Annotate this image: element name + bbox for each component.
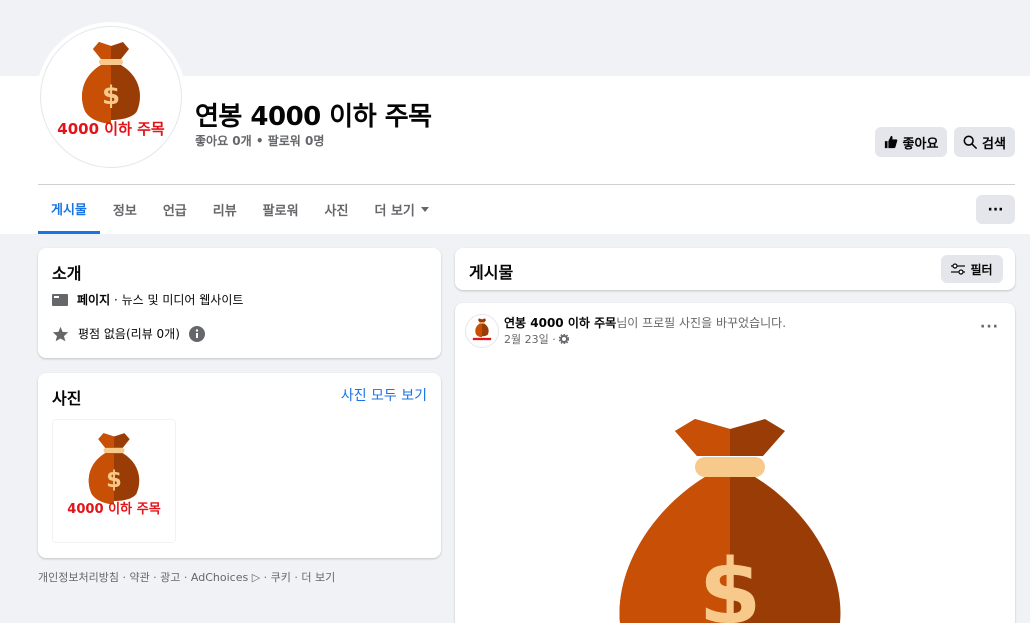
more-options-button[interactable]: ··· [976,195,1015,224]
filter-sliders-icon [951,263,966,275]
search-button[interactable]: 검색 [954,127,1015,157]
post-author-name[interactable]: 연봉 4000 이하 주목 [504,316,616,330]
tab-more[interactable]: 더 보기 [361,186,442,232]
money-bag-logo: $ 4000 이하 주목 [53,420,175,542]
footer-links[interactable]: 개인정보처리방침 · 약관 · 광고 · AdChoices ▷ · 쿠키 · … [38,569,335,585]
tab-photos[interactable]: 사진 [312,186,362,232]
tab-label: 리뷰 [212,203,237,219]
page-title: 연봉 4000 이하 주목 [195,102,432,132]
tab-label: 게시물 [51,203,87,218]
like-button-label: 좋아요 [902,136,939,152]
gear-icon [558,334,569,344]
dollar-icon: $ [102,81,120,111]
post-action-text: 님이 프로필 사진을 바꾸었습니다. [616,316,787,330]
tab-label: 사진 [324,203,349,219]
info-icon[interactable] [188,325,205,342]
money-bag-logo [472,318,492,341]
star-icon [52,326,69,341]
post-card: 연봉 4000 이하 주목님이 프로필 사진을 바꾸었습니다. 2월 23일 ·… [455,303,1015,623]
page-flag-icon [52,293,68,306]
intro-card: 소개 페이지 · 뉴스 및 미디어 웹사이트 평점 없음(리뷰 0개) [38,248,441,358]
category-row: 페이지 · 뉴스 및 미디어 웹사이트 [52,291,243,308]
logo-text: 4000 이하 주목 [67,501,161,517]
tab-followers[interactable]: 팔로워 [250,186,312,232]
intro-title: 소개 [52,264,82,283]
posts-header-card: 게시물 필터 [455,248,1015,290]
tab-mentions[interactable]: 언급 [150,186,200,232]
tab-label: 더 보기 [374,203,415,219]
money-bag-logo: $ 4000 이하 주목 [57,42,165,138]
dollar-icon: $ [699,540,762,623]
profile-avatar[interactable]: $ 4000 이하 주목 [40,26,182,168]
category-text: · 뉴스 및 미디어 웹사이트 [110,293,244,307]
rating-text: 평점 없음(리뷰 0개) [78,327,180,341]
tab-label: 팔로워 [262,203,299,219]
tab-reviews[interactable]: 리뷰 [200,186,250,232]
post-image-money-bag[interactable]: $ [595,411,865,623]
logo-text: 4000 이하 주목 [57,120,165,138]
caret-down-icon [420,207,429,212]
post-author-avatar[interactable] [465,314,499,348]
photo-thumbnail[interactable]: $ 4000 이하 주목 [52,419,176,543]
post-date: 2월 23일 · [504,333,556,346]
tab-label: 언급 [162,203,187,219]
post-headline: 연봉 4000 이하 주목님이 프로필 사진을 바꾸었습니다. [504,314,786,331]
filter-label: 필터 [970,262,993,277]
post-more-button[interactable]: ··· [980,319,999,335]
photos-card: 사진 사진 모두 보기 $ 4000 이하 주목 [38,373,441,558]
tab-about[interactable]: 정보 [100,186,150,232]
thumbs-up-icon [884,135,897,149]
like-button[interactable]: 좋아요 [875,127,947,157]
rating-row: 평점 없음(리뷰 0개) [52,325,205,342]
search-button-label: 검색 [982,136,1006,152]
dollar-icon: $ [106,467,122,493]
header-divider [38,184,1015,185]
posts-title: 게시물 [469,263,514,282]
tab-posts[interactable]: 게시물 [38,186,100,234]
post-timestamp[interactable]: 2월 23일 · [504,331,569,347]
tab-label: 정보 [112,203,137,219]
tab-bar: 게시물 정보 언급 리뷰 팔로워 사진 더 보기 [38,186,443,234]
category-type: 페이지 [77,293,111,307]
see-all-photos-link[interactable]: 사진 모두 보기 [341,385,427,405]
photos-title: 사진 [52,389,82,408]
filter-button[interactable]: 필터 [941,255,1003,283]
page-stats[interactable]: 좋아요 0개 • 팔로워 0명 [195,132,324,149]
search-icon [963,135,977,149]
